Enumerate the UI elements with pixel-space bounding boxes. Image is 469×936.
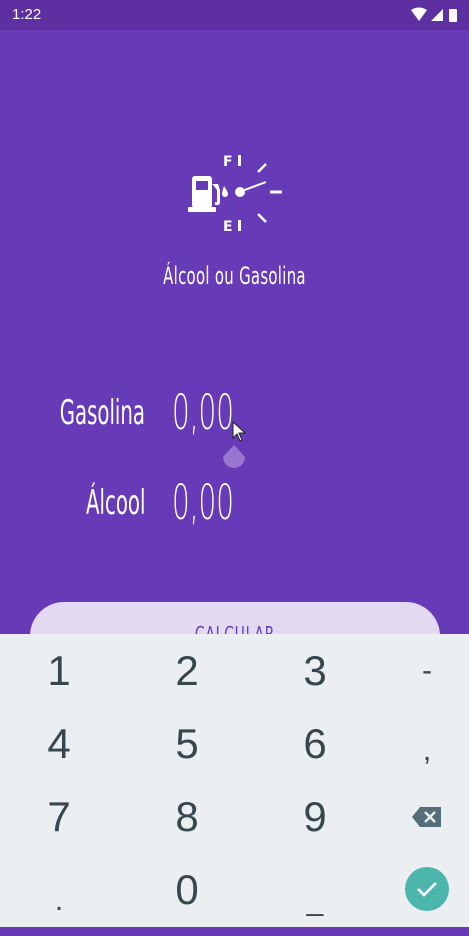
key-4[interactable]: 4 <box>4 709 114 779</box>
check-icon <box>417 882 437 897</box>
wifi-icon <box>411 7 427 21</box>
mouse-pointer-icon <box>232 421 246 442</box>
text-cursor-handle[interactable] <box>221 443 247 475</box>
key-8[interactable]: 8 <box>132 782 242 852</box>
alcohol-price-input[interactable]: 0,00 <box>172 475 234 531</box>
alcohol-label: Álcool <box>85 483 145 523</box>
battery-icon <box>449 9 457 22</box>
app-title: Álcool ou Gasolina <box>163 262 306 290</box>
key-minus[interactable]: - <box>372 636 469 706</box>
key-0[interactable]: 0 <box>132 855 242 925</box>
key-2[interactable]: 2 <box>132 636 242 706</box>
svg-text:F: F <box>223 154 233 170</box>
signal-icon <box>431 9 443 21</box>
fuel-gauge-logo: F E <box>188 154 282 235</box>
key-5[interactable]: 5 <box>132 709 242 779</box>
status-bar: 1:22 <box>0 0 469 30</box>
fuel-pump-icon <box>188 176 228 212</box>
done-key[interactable] <box>405 867 449 911</box>
backspace-icon <box>412 807 441 827</box>
key-space[interactable]: _ <box>260 866 370 936</box>
gauge-icon: F E <box>223 154 282 235</box>
key-9[interactable]: 9 <box>260 782 370 852</box>
numeric-keyboard: 1 2 3 - 4 5 6 , 7 8 9 . 0 _ <box>0 634 469 927</box>
key-1[interactable]: 1 <box>4 636 114 706</box>
key-period[interactable]: . <box>4 866 114 936</box>
key-3[interactable]: 3 <box>260 636 370 706</box>
svg-text:E: E <box>223 219 233 235</box>
backspace-key[interactable] <box>372 782 469 852</box>
gasoline-label: Gasolina <box>59 393 145 433</box>
gasoline-price-input[interactable]: 0,00 <box>172 385 234 441</box>
key-6[interactable]: 6 <box>260 709 370 779</box>
status-icons <box>411 7 457 22</box>
key-comma[interactable]: , <box>372 716 469 786</box>
key-7[interactable]: 7 <box>4 782 114 852</box>
status-time: 1:22 <box>12 6 42 23</box>
